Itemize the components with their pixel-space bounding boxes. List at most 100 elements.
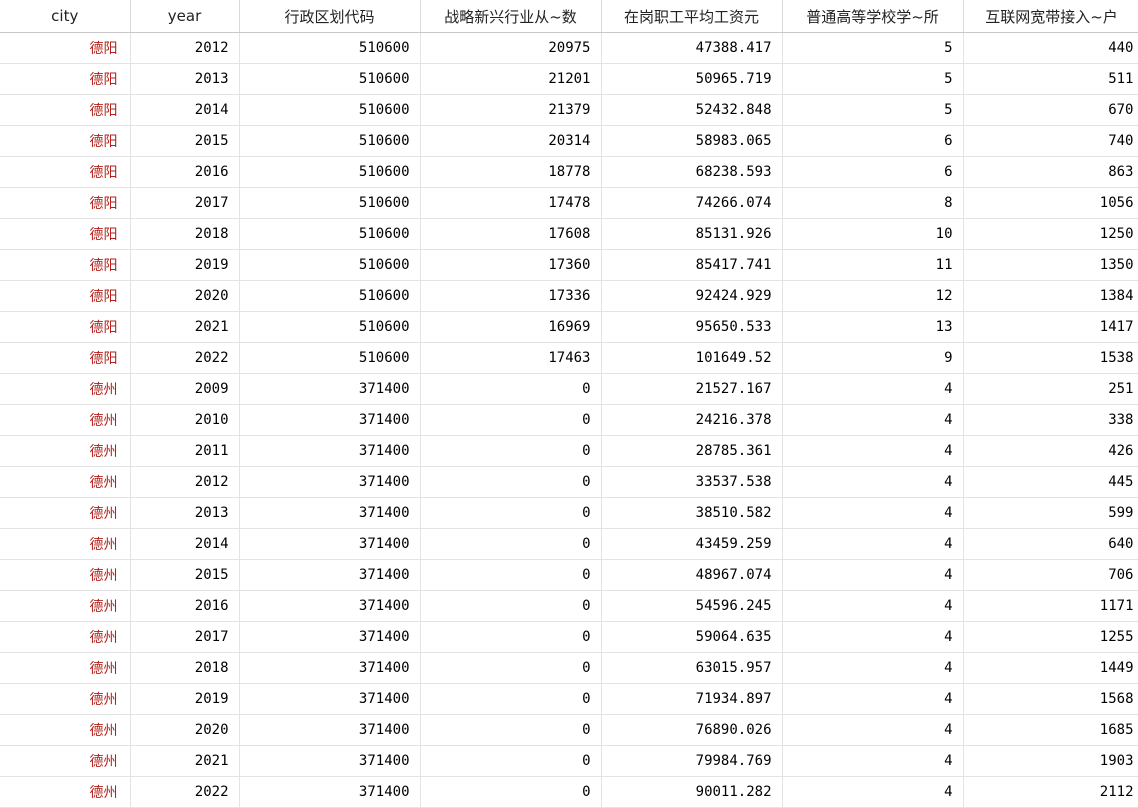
table-cell[interactable]: 1350	[963, 249, 1138, 281]
table-cell[interactable]: 17463	[420, 342, 602, 374]
table-cell[interactable]: 17608	[420, 218, 602, 250]
table-cell[interactable]: 2015	[130, 559, 240, 591]
table-cell[interactable]: 0	[420, 435, 602, 467]
table-cell[interactable]: 5	[782, 94, 964, 126]
table-cell[interactable]: 510600	[239, 342, 421, 374]
table-cell[interactable]: 17336	[420, 280, 602, 312]
table-cell[interactable]: 440	[963, 32, 1138, 64]
table-cell[interactable]: 510600	[239, 125, 421, 157]
city-cell[interactable]: 德阳	[0, 218, 131, 250]
table-cell[interactable]: 21201	[420, 63, 602, 95]
table-cell[interactable]: 0	[420, 652, 602, 684]
table-cell[interactable]: 21527.167	[601, 373, 783, 405]
table-cell[interactable]: 71934.897	[601, 683, 783, 715]
table-row[interactable]: 德州 2019 371400 0 71934.897 4 1568	[0, 683, 1138, 715]
city-cell[interactable]: 德阳	[0, 187, 131, 219]
table-cell[interactable]: 1449	[963, 652, 1138, 684]
table-cell[interactable]: 0	[420, 497, 602, 529]
table-cell[interactable]: 101649.52	[601, 342, 783, 374]
city-cell[interactable]: 德州	[0, 404, 131, 436]
table-row[interactable]: 德州 2013 371400 0 38510.582 4 599	[0, 497, 1138, 529]
table-cell[interactable]: 4	[782, 373, 964, 405]
table-cell[interactable]: 50965.719	[601, 63, 783, 95]
table-cell[interactable]: 10	[782, 218, 964, 250]
table-cell[interactable]: 4	[782, 497, 964, 529]
table-cell[interactable]: 371400	[239, 745, 421, 777]
table-cell[interactable]: 63015.957	[601, 652, 783, 684]
table-cell[interactable]: 2009	[130, 373, 240, 405]
table-cell[interactable]: 510600	[239, 311, 421, 343]
column-header-1[interactable]: year	[130, 0, 240, 33]
table-cell[interactable]: 706	[963, 559, 1138, 591]
table-cell[interactable]: 1903	[963, 745, 1138, 777]
table-row[interactable]: 德阳 2018 510600 17608 85131.926 10 1250	[0, 218, 1138, 250]
table-row[interactable]: 德州 2018 371400 0 63015.957 4 1449	[0, 652, 1138, 684]
table-cell[interactable]: 1417	[963, 311, 1138, 343]
table-cell[interactable]: 5	[782, 63, 964, 95]
table-cell[interactable]: 4	[782, 652, 964, 684]
table-cell[interactable]: 2020	[130, 280, 240, 312]
table-row[interactable]: 德州 2021 371400 0 79984.769 4 1903	[0, 745, 1138, 777]
table-cell[interactable]: 68238.593	[601, 156, 783, 188]
table-cell[interactable]: 2012	[130, 466, 240, 498]
table-cell[interactable]: 510600	[239, 249, 421, 281]
table-row[interactable]: 德州 2022 371400 0 90011.282 4 2112	[0, 776, 1138, 808]
table-cell[interactable]: 18778	[420, 156, 602, 188]
city-cell[interactable]: 德阳	[0, 311, 131, 343]
table-cell[interactable]: 371400	[239, 714, 421, 746]
table-cell[interactable]: 2014	[130, 94, 240, 126]
city-cell[interactable]: 德阳	[0, 280, 131, 312]
table-cell[interactable]: 371400	[239, 466, 421, 498]
table-cell[interactable]: 2013	[130, 497, 240, 529]
table-cell[interactable]: 2021	[130, 311, 240, 343]
table-cell[interactable]: 24216.378	[601, 404, 783, 436]
table-cell[interactable]: 52432.848	[601, 94, 783, 126]
table-cell[interactable]: 1384	[963, 280, 1138, 312]
city-cell[interactable]: 德州	[0, 621, 131, 653]
city-cell[interactable]: 德阳	[0, 125, 131, 157]
table-cell[interactable]: 0	[420, 373, 602, 405]
table-cell[interactable]: 1056	[963, 187, 1138, 219]
table-cell[interactable]: 426	[963, 435, 1138, 467]
city-cell[interactable]: 德阳	[0, 249, 131, 281]
table-cell[interactable]: 371400	[239, 404, 421, 436]
city-cell[interactable]: 德阳	[0, 32, 131, 64]
table-cell[interactable]: 0	[420, 714, 602, 746]
table-row[interactable]: 德阳 2020 510600 17336 92424.929 12 1384	[0, 280, 1138, 312]
table-cell[interactable]: 92424.929	[601, 280, 783, 312]
table-cell[interactable]: 0	[420, 466, 602, 498]
city-cell[interactable]: 德州	[0, 466, 131, 498]
table-cell[interactable]: 510600	[239, 187, 421, 219]
table-cell[interactable]: 1685	[963, 714, 1138, 746]
table-cell[interactable]: 20314	[420, 125, 602, 157]
city-cell[interactable]: 德州	[0, 745, 131, 777]
table-cell[interactable]: 2022	[130, 776, 240, 808]
table-row[interactable]: 德州 2017 371400 0 59064.635 4 1255	[0, 621, 1138, 653]
table-cell[interactable]: 2017	[130, 187, 240, 219]
table-row[interactable]: 德州 2009 371400 0 21527.167 4 251	[0, 373, 1138, 405]
column-header-5[interactable]: 普通高等学校学~所	[782, 0, 964, 33]
table-cell[interactable]: 510600	[239, 280, 421, 312]
table-cell[interactable]: 670	[963, 94, 1138, 126]
table-cell[interactable]: 511	[963, 63, 1138, 95]
table-cell[interactable]: 74266.074	[601, 187, 783, 219]
table-cell[interactable]: 17478	[420, 187, 602, 219]
table-cell[interactable]: 510600	[239, 156, 421, 188]
table-cell[interactable]: 0	[420, 776, 602, 808]
table-cell[interactable]: 4	[782, 404, 964, 436]
table-row[interactable]: 德州 2016 371400 0 54596.245 4 1171	[0, 590, 1138, 622]
table-cell[interactable]: 0	[420, 559, 602, 591]
table-cell[interactable]: 9	[782, 342, 964, 374]
city-cell[interactable]: 德州	[0, 776, 131, 808]
table-row[interactable]: 德阳 2017 510600 17478 74266.074 8 1056	[0, 187, 1138, 219]
table-row[interactable]: 德阳 2014 510600 21379 52432.848 5 670	[0, 94, 1138, 126]
table-cell[interactable]: 4	[782, 559, 964, 591]
table-cell[interactable]: 4	[782, 590, 964, 622]
table-cell[interactable]: 371400	[239, 528, 421, 560]
table-row[interactable]: 德阳 2019 510600 17360 85417.741 11 1350	[0, 249, 1138, 281]
table-cell[interactable]: 1255	[963, 621, 1138, 653]
table-cell[interactable]: 2021	[130, 745, 240, 777]
table-cell[interactable]: 510600	[239, 63, 421, 95]
table-cell[interactable]: 17360	[420, 249, 602, 281]
table-cell[interactable]: 2019	[130, 249, 240, 281]
